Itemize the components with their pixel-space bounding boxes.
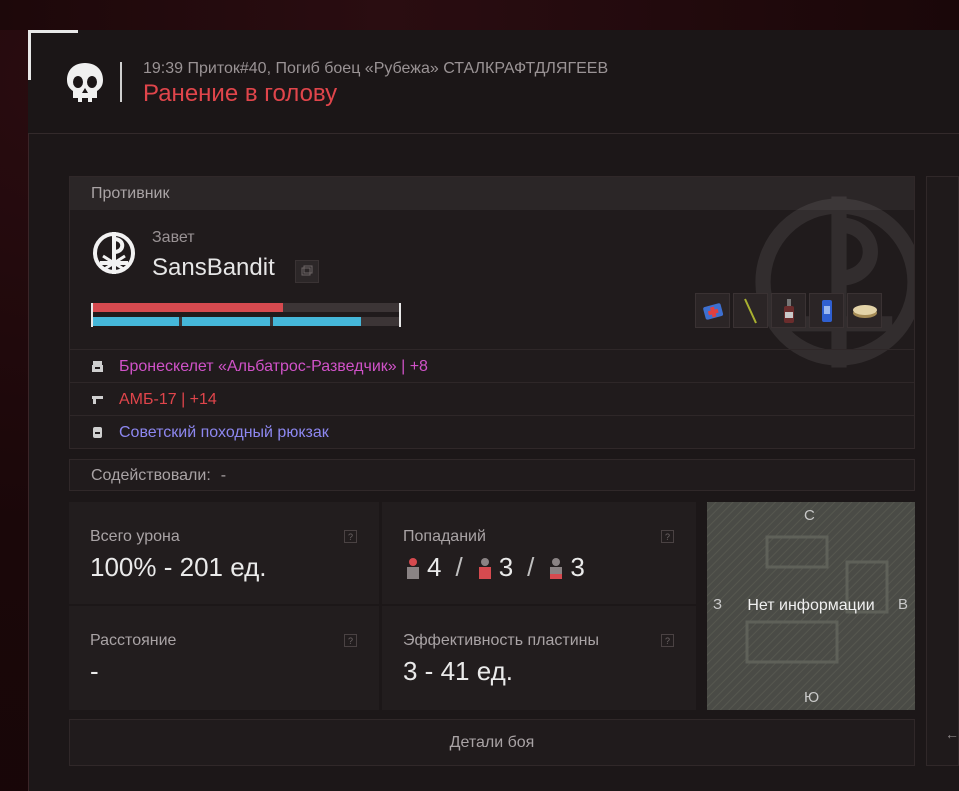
needle-icon [743, 298, 757, 323]
can-icon [821, 299, 832, 322]
shield-bar-segment [91, 317, 179, 326]
health-bar-fill [91, 303, 283, 312]
gun-icon [92, 396, 103, 404]
side-panel [926, 176, 959, 766]
bottle-icon [783, 298, 794, 323]
hits-label: Попаданий [403, 528, 486, 545]
copy-icon [301, 265, 313, 276]
top-band [0, 0, 959, 30]
quick-item-slot[interactable] [847, 293, 882, 328]
total-damage-label: Всего урона [90, 528, 180, 545]
quick-item-slot[interactable] [771, 293, 806, 328]
help-icon[interactable]: ? [344, 634, 357, 647]
map-north-label: С [804, 507, 815, 524]
hits-card: Попаданий 4 / 3 / 3 ? [382, 502, 696, 604]
help-icon[interactable]: ? [344, 530, 357, 543]
quick-item-slot[interactable] [809, 293, 844, 328]
event-meta: 19:39 Приток#40, Погиб боец «Рубежа» СТА… [143, 60, 609, 77]
head-hits-count: 4 [427, 552, 442, 582]
enemy-status-bars [91, 303, 402, 329]
limb-hit-icon [550, 557, 563, 579]
plate-efficiency-card: Эффективность пластины 3 - 41 ед. ? [382, 606, 696, 710]
help-icon[interactable]: ? [661, 634, 674, 647]
minimap: С Ю З В Нет информации [707, 502, 915, 710]
shield-bar-segment [273, 317, 361, 326]
copy-name-button[interactable] [295, 260, 319, 283]
faction-logo-icon [93, 232, 135, 274]
equipment-armor[interactable]: Бронескелет «Альбатрос-Разведчик» | +8 [70, 349, 914, 382]
skull-icon [67, 63, 103, 102]
death-cause-title: Ранение в голову [143, 80, 338, 107]
head-hit-icon [407, 557, 419, 579]
shield-bar-segment [182, 317, 270, 326]
battle-details-button[interactable]: Детали боя [69, 719, 915, 766]
total-damage-value: 100% - 201 ед. [90, 552, 267, 582]
medkit-icon [702, 302, 723, 320]
map-no-info-message: Нет информации [747, 597, 875, 614]
equipment-backpack[interactable]: Советский походный рюкзак [70, 415, 914, 448]
total-damage-card: Всего урона 100% - 201 ед. ? [69, 502, 379, 604]
header-divider [120, 62, 122, 102]
help-icon[interactable]: ? [661, 530, 674, 543]
quick-item-slot[interactable] [695, 293, 730, 328]
bar-end-tick [399, 303, 401, 327]
hits-separator: / [455, 552, 463, 582]
faction-name: Завет [152, 229, 195, 246]
armor-label: Бронескелет «Альбатрос-Разведчик» | +8 [119, 358, 428, 375]
weapon-label: АМБ-17 | +14 [119, 391, 217, 408]
enemy-panel: Противник Завет SansBandit Бронескелет «… [69, 176, 915, 449]
plate-efficiency-label: Эффективность пластины [403, 632, 600, 649]
armor-icon [92, 361, 103, 372]
assist-value: - [220, 467, 227, 484]
hits-breakdown: 4 / 3 / 3 [403, 552, 585, 583]
quick-items-row [695, 293, 882, 328]
backpack-label: Советский походный рюкзак [119, 424, 329, 441]
backpack-icon [93, 427, 102, 438]
body-hit-icon [478, 557, 491, 579]
assist-row: Содействовали: - [69, 459, 915, 491]
body-hits-count: 3 [498, 552, 514, 582]
hits-separator: / [527, 552, 535, 582]
health-bar-track [91, 303, 401, 312]
plate-efficiency-value: 3 - 41 ед. [403, 656, 513, 686]
assist-label: Содействовали: [91, 467, 211, 484]
equipment-weapon[interactable]: АМБ-17 | +14 [70, 382, 914, 415]
bar-start-tick [91, 303, 93, 327]
bandage-icon [852, 304, 877, 318]
distance-label: Расстояние [90, 632, 177, 649]
limb-hits-count: 3 [570, 552, 585, 582]
map-south-label: Ю [804, 689, 820, 706]
distance-card: Расстояние - ? [69, 606, 379, 710]
quick-item-slot[interactable] [733, 293, 768, 328]
enemy-player-name: SansBandit [152, 254, 275, 281]
distance-value: - [90, 656, 99, 686]
arrow-left-icon[interactable]: ← [945, 726, 959, 742]
